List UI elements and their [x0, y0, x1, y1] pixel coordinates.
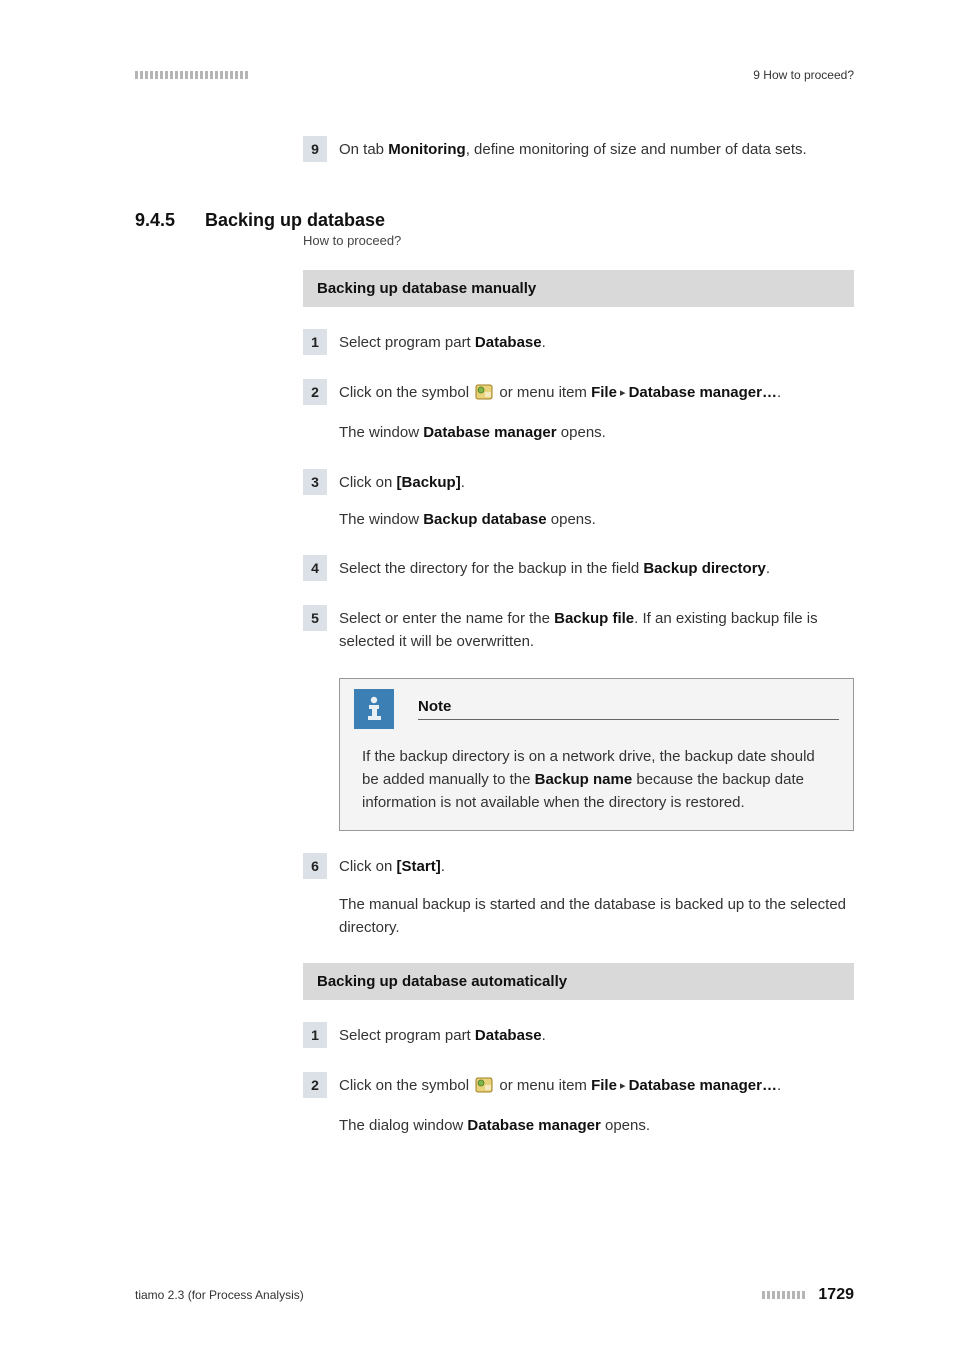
step-number: 1 [303, 329, 327, 355]
note-title: Note [418, 698, 839, 720]
section-number: 9.4.5 [135, 210, 205, 231]
section-title: Backing up database [205, 210, 385, 231]
step-text: On tab Monitoring, define monitoring of … [339, 136, 807, 161]
header-chapter: 9 How to proceed? [753, 68, 854, 82]
section-heading: 9.4.5 Backing up database [135, 210, 854, 231]
step-number: 9 [303, 136, 327, 162]
database-manager-icon [475, 1077, 493, 1100]
page-header: 9 How to proceed? [135, 68, 854, 82]
header-decoration-left [135, 71, 255, 79]
group-heading-manual: Backing up database manually [303, 270, 854, 307]
page-footer: tiamo 2.3 (for Process Analysis) 1729 [135, 1286, 854, 1304]
manual-step-2: 2 Click on the symbol or menu item File … [303, 379, 854, 445]
step-followup: The manual backup is started and the dat… [339, 893, 854, 940]
step-text: Select the directory for the backup in t… [339, 555, 770, 580]
note-body: If the backup directory is on a network … [340, 735, 853, 815]
note-block: Note If the backup directory is on a net… [339, 678, 854, 832]
step-text: Click on the symbol or menu item File ▸ … [339, 1072, 781, 1138]
step-text: Click on [Backup]. The window Backup dat… [339, 469, 596, 532]
manual-step-4: 4 Select the directory for the backup in… [303, 555, 854, 581]
page-number: 1729 [818, 1286, 854, 1304]
intro-step: 9 On tab Monitoring, define monitoring o… [303, 136, 854, 162]
manual-step-6: 6 Click on [Start]. The manual backup is… [303, 853, 854, 939]
step-text: Click on the symbol or menu item File ▸ … [339, 379, 781, 445]
info-icon [354, 689, 394, 729]
section-subtitle: How to proceed? [303, 233, 854, 248]
step-number: 5 [303, 605, 327, 631]
step-text: Click on [Start]. The manual backup is s… [339, 853, 854, 939]
step-text: Select program part Database. [339, 1022, 546, 1047]
group-heading-auto: Backing up database automatically [303, 963, 854, 1000]
step-number: 4 [303, 555, 327, 581]
step-text: Select or enter the name for the Backup … [339, 605, 854, 654]
manual-step-1: 1 Select program part Database. [303, 329, 854, 355]
manual-step-5: 5 Select or enter the name for the Backu… [303, 605, 854, 654]
auto-step-2: 2 Click on the symbol or menu item File … [303, 1072, 854, 1138]
step-number: 2 [303, 1072, 327, 1098]
step-number: 1 [303, 1022, 327, 1048]
database-manager-icon [475, 384, 493, 407]
step-number: 2 [303, 379, 327, 405]
step-number: 3 [303, 469, 327, 495]
step-text: Select program part Database. [339, 329, 546, 354]
footer-decoration [762, 1288, 810, 1302]
manual-step-3: 3 Click on [Backup]. The window Backup d… [303, 469, 854, 532]
auto-step-1: 1 Select program part Database. [303, 1022, 854, 1048]
step-number: 6 [303, 853, 327, 879]
footer-product: tiamo 2.3 (for Process Analysis) [135, 1288, 304, 1302]
